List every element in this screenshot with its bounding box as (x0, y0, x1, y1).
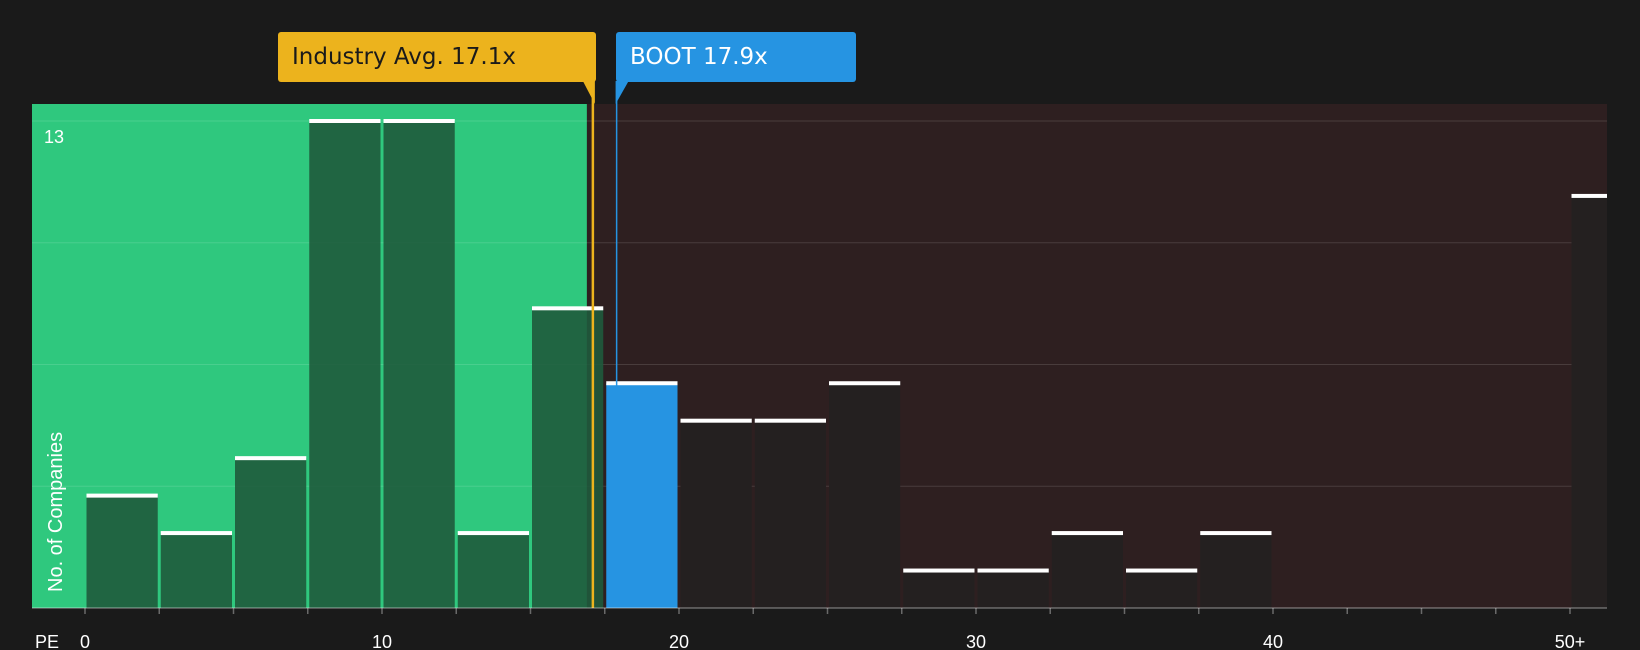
bar (309, 121, 381, 608)
bar-cap (1200, 531, 1272, 536)
x-tick-label: 30 (966, 632, 986, 650)
bar (457, 533, 529, 608)
bar (903, 570, 975, 608)
bar-cap (160, 531, 232, 536)
company-pe-label: BOOT 17.9x (630, 44, 768, 70)
pe-distribution-chart: 0 10 20 30 40 50+ 13 No. of Companies PE (0, 0, 1640, 650)
bar-cap (457, 531, 529, 536)
x-tick-label: 50+ (1555, 632, 1586, 650)
bar (1126, 570, 1198, 608)
bar (383, 121, 455, 608)
company-pe-callout: BOOT 17.9x (616, 32, 856, 82)
bar-cap (383, 119, 455, 123)
bar (235, 458, 307, 608)
bar (754, 420, 826, 608)
bar-cap (309, 119, 381, 123)
x-tick-label: 20 (669, 632, 689, 650)
bar-cap (1051, 531, 1123, 536)
x-tick-label: 10 (372, 632, 392, 650)
bar (680, 420, 752, 608)
bar-cap (680, 418, 752, 423)
x-tick-label: 40 (1263, 632, 1283, 650)
bar (829, 383, 901, 608)
bar-cap (829, 381, 901, 386)
bar-cap (903, 568, 975, 573)
industry-average-label: Industry Avg. 17.1x (292, 44, 516, 70)
bar-cap (977, 568, 1049, 573)
bar (1051, 533, 1123, 608)
bar-cap (1126, 568, 1198, 573)
bar (977, 570, 1049, 608)
bar-cap (86, 493, 158, 498)
bar (1200, 533, 1272, 608)
bar (160, 533, 232, 608)
bar-cap (1571, 193, 1607, 198)
x-tick-label: 0 (80, 632, 90, 650)
bar (86, 495, 158, 608)
industry-average-callout: Industry Avg. 17.1x (278, 32, 596, 82)
y-axis-label: No. of Companies (45, 432, 67, 592)
y-tick-label-max: 13 (44, 127, 64, 147)
bar-cap (235, 456, 307, 461)
bar (1571, 195, 1607, 608)
bar-cap (754, 418, 826, 423)
x-axis-label: PE (35, 632, 59, 650)
